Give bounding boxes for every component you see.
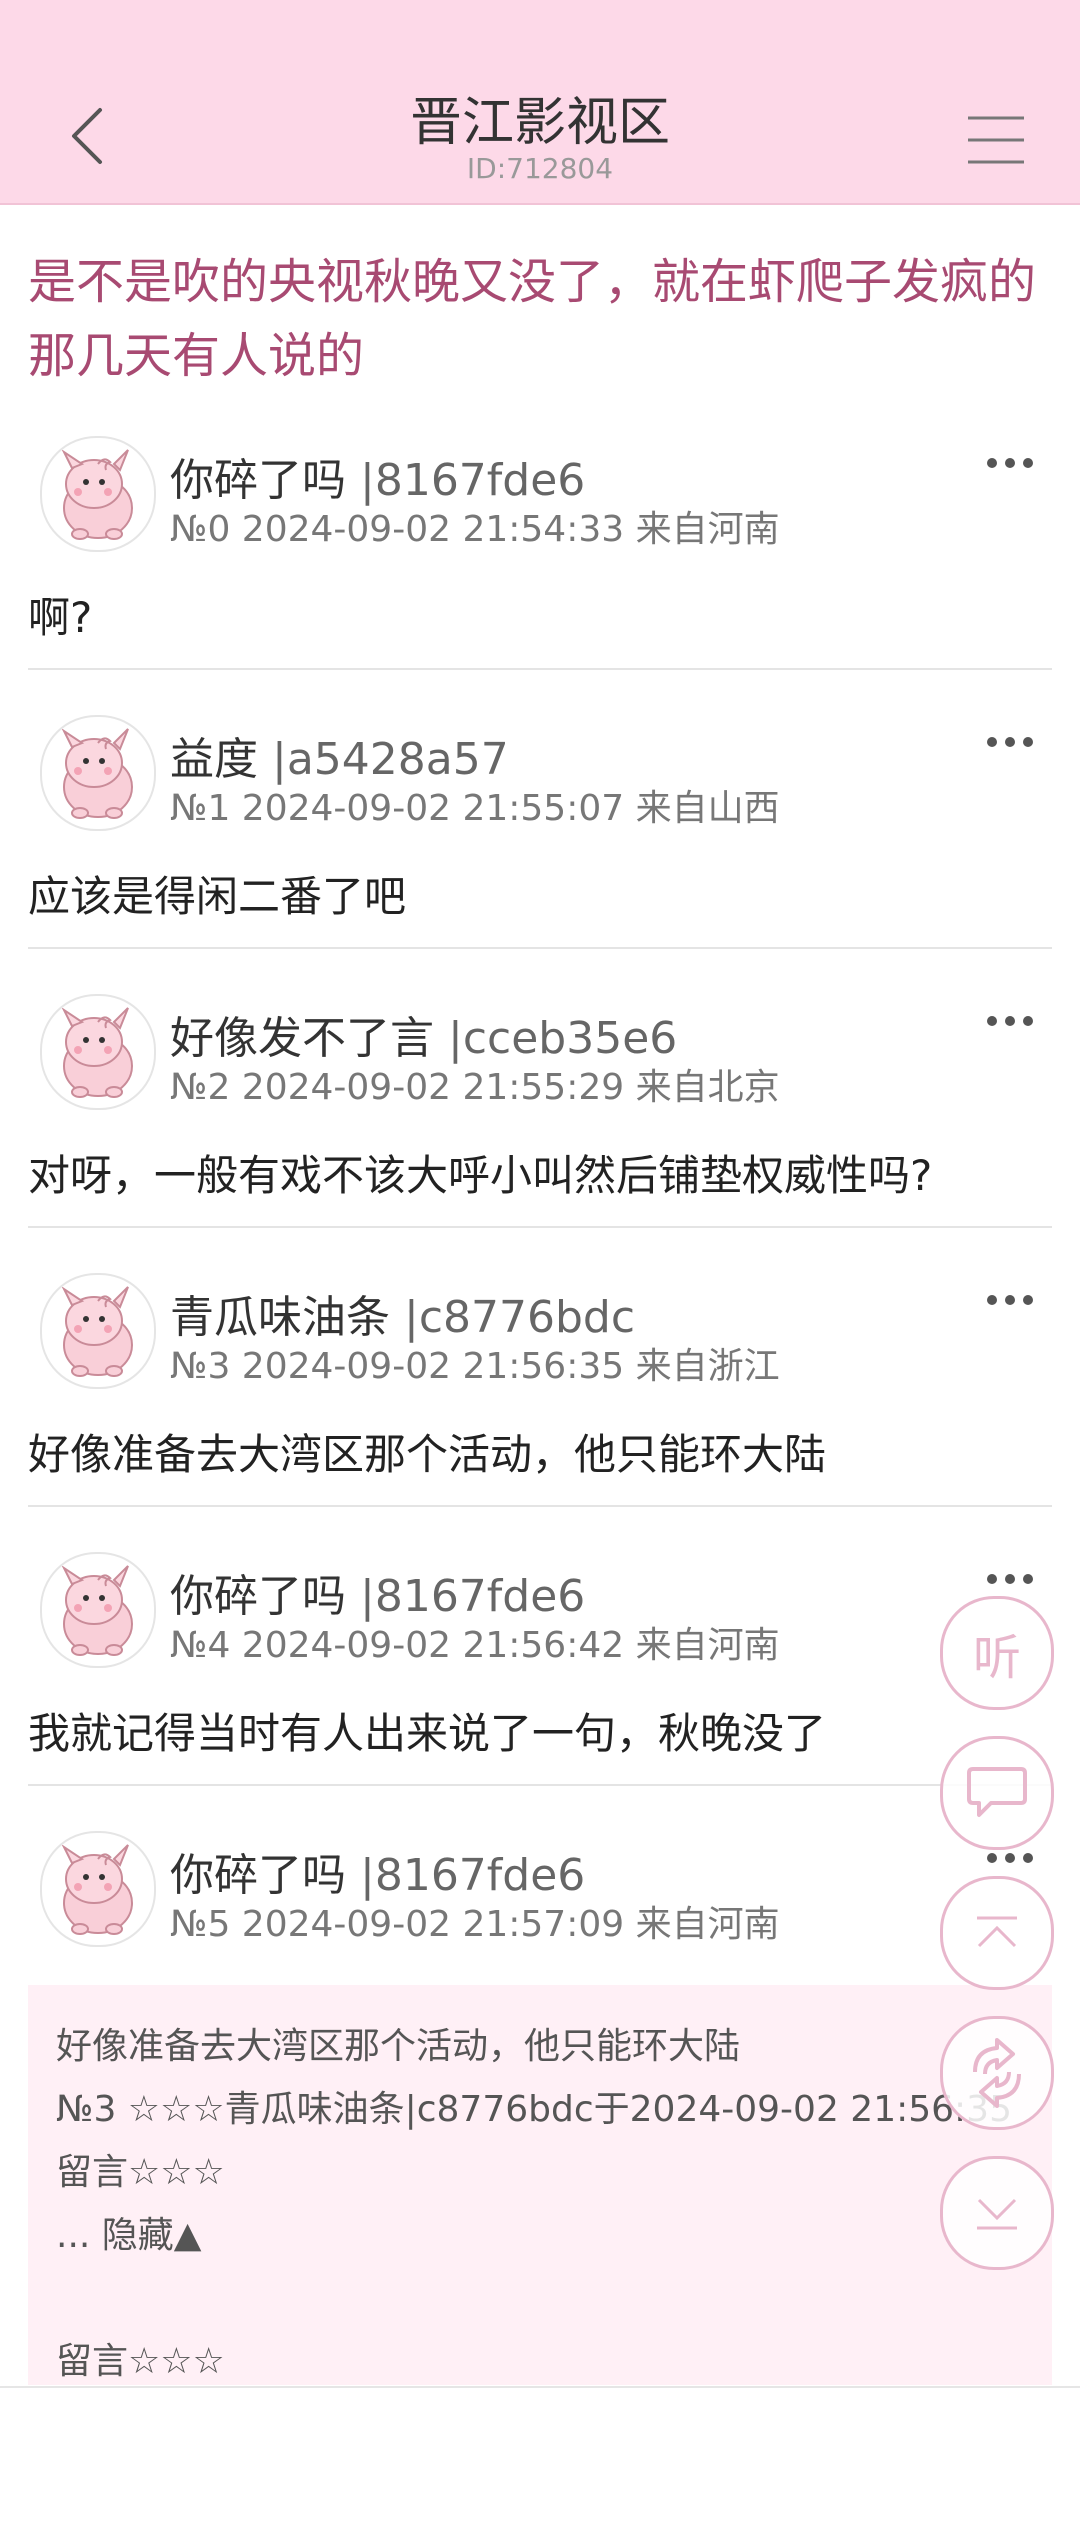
user-avatar[interactable]	[40, 715, 156, 831]
scroll-top-button[interactable]	[940, 1876, 1054, 1990]
more-options-button[interactable]	[983, 1564, 1037, 1594]
divider	[28, 947, 1052, 949]
user-avatar[interactable]	[40, 1273, 156, 1389]
user-avatar[interactable]	[40, 436, 156, 552]
more-dots-icon	[987, 1295, 1033, 1305]
top-header: 晋江影视区 ID:712804	[0, 0, 1080, 205]
quote-message-label: 留言☆☆☆	[56, 2152, 225, 2193]
post-body: 应该是得闲二番了吧	[28, 872, 407, 921]
user-avatar[interactable]	[40, 1831, 156, 1947]
post-author[interactable]: 青瓜味油条 |c8776bdc	[170, 1281, 635, 1345]
author-uid: |cceb35e6	[448, 1013, 678, 1064]
comment-button[interactable]	[940, 1736, 1054, 1850]
post-body: 好像准备去大湾区那个活动，他只能环大陆	[28, 1430, 827, 1479]
more-options-button[interactable]	[983, 1006, 1037, 1036]
post-author[interactable]: 你碎了吗 |8167fde6	[170, 1560, 585, 1624]
user-avatar[interactable]	[40, 994, 156, 1110]
post-item: 益度 |a5428a57 №1 2024-09-02 21:55:07 来自山西 …	[28, 715, 1052, 994]
post-item: 青瓜味油条 |c8776bdc №3 2024-09-02 21:56:35 来自…	[28, 1273, 1052, 1552]
board-title: 晋江影视区	[409, 93, 670, 153]
post-author[interactable]: 益度 |a5428a57	[170, 723, 509, 787]
scroll-bottom-icon	[977, 2198, 1017, 2230]
more-options-button[interactable]	[983, 448, 1037, 478]
author-name: 你碎了吗	[170, 1571, 346, 1622]
author-uid: |8167fde6	[360, 1850, 586, 1901]
post-meta: №0 2024-09-02 21:54:33 来自河南	[170, 509, 780, 550]
listen-label: 听	[972, 1630, 1021, 1686]
more-dots-icon	[987, 737, 1033, 747]
author-name: 你碎了吗	[170, 1850, 346, 1901]
refresh-icon	[973, 2038, 1021, 2108]
more-options-button[interactable]	[983, 1285, 1037, 1315]
refresh-button[interactable]	[940, 2016, 1054, 2130]
post-item: 你碎了吗 |8167fde6 №4 2024-09-02 21:56:42 来自河…	[28, 1552, 1052, 1831]
author-uid: |8167fde6	[360, 455, 586, 506]
more-dots-icon	[987, 1574, 1033, 1584]
post-item: 好像发不了言 |cceb35e6 №2 2024-09-02 21:55:29 来…	[28, 994, 1052, 1273]
post-meta: №2 2024-09-02 21:55:29 来自北京	[170, 1067, 780, 1108]
author-name: 青瓜味油条	[170, 1292, 390, 1343]
author-uid: |8167fde6	[360, 1571, 586, 1622]
bottom-bar	[0, 2386, 1080, 2522]
menu-button[interactable]	[962, 110, 1032, 170]
more-options-button[interactable]	[983, 727, 1037, 757]
thread-title: 是不是吹的央视秋晚又没了，就在虾爬子发疯的那几天有人说的	[28, 254, 1037, 384]
hide-toggle[interactable]: ... 隐藏▲	[56, 2206, 201, 2258]
post-meta: №4 2024-09-02 21:56:42 来自河南	[170, 1625, 780, 1666]
post-meta: №3 2024-09-02 21:56:35 来自浙江	[170, 1346, 780, 1387]
more-dots-icon	[987, 458, 1033, 468]
author-uid: |a5428a57	[272, 734, 509, 785]
post-body: 对呀，一般有戏不该大呼小叫然后铺垫权威性吗?	[28, 1151, 933, 1200]
author-name: 你碎了吗	[170, 455, 346, 506]
post-author[interactable]: 好像发不了言 |cceb35e6	[170, 1002, 677, 1066]
divider	[28, 1226, 1052, 1228]
quote-text: 好像准备去大湾区那个活动，他只能环大陆	[56, 2026, 741, 2067]
quoted-reply-box: 好像准备去大湾区那个活动，他只能环大陆 №3 ☆☆☆青瓜味油条|c8776bdc…	[28, 1985, 1052, 2385]
post-body: 啊?	[28, 593, 93, 642]
author-uid: |c8776bdc	[404, 1292, 636, 1343]
board-id: ID:712804	[466, 152, 614, 185]
menu-icon	[968, 116, 1024, 164]
author-name: 好像发不了言	[170, 1013, 434, 1064]
post-meta: №5 2024-09-02 21:57:09 来自河南	[170, 1904, 780, 1945]
divider	[28, 1784, 1052, 1786]
author-name: 益度	[170, 734, 258, 785]
comment-icon	[967, 1767, 1027, 1817]
listen-button[interactable]: 听	[940, 1596, 1054, 1710]
post-meta: №1 2024-09-02 21:55:07 来自山西	[170, 788, 780, 829]
user-avatar[interactable]	[40, 1552, 156, 1668]
scroll-top-icon	[977, 1916, 1017, 1948]
scroll-bottom-button[interactable]	[940, 2156, 1054, 2270]
post-author[interactable]: 你碎了吗 |8167fde6	[170, 1839, 585, 1903]
post-author[interactable]: 你碎了吗 |8167fde6	[170, 444, 585, 508]
quote-message-label-2: 留言☆☆☆	[56, 2341, 225, 2382]
post-item: 你碎了吗 |8167fde6 №0 2024-09-02 21:54:33 来自河…	[28, 436, 1052, 715]
divider	[28, 1505, 1052, 1507]
divider	[28, 668, 1052, 670]
quote-source[interactable]: №3 ☆☆☆青瓜味油条|c8776bdc于2024-09-02 21:56:35	[56, 2080, 1012, 2132]
more-dots-icon	[987, 1016, 1033, 1026]
post-body: 我就记得当时有人出来说了一句，秋晚没了	[28, 1709, 827, 1758]
